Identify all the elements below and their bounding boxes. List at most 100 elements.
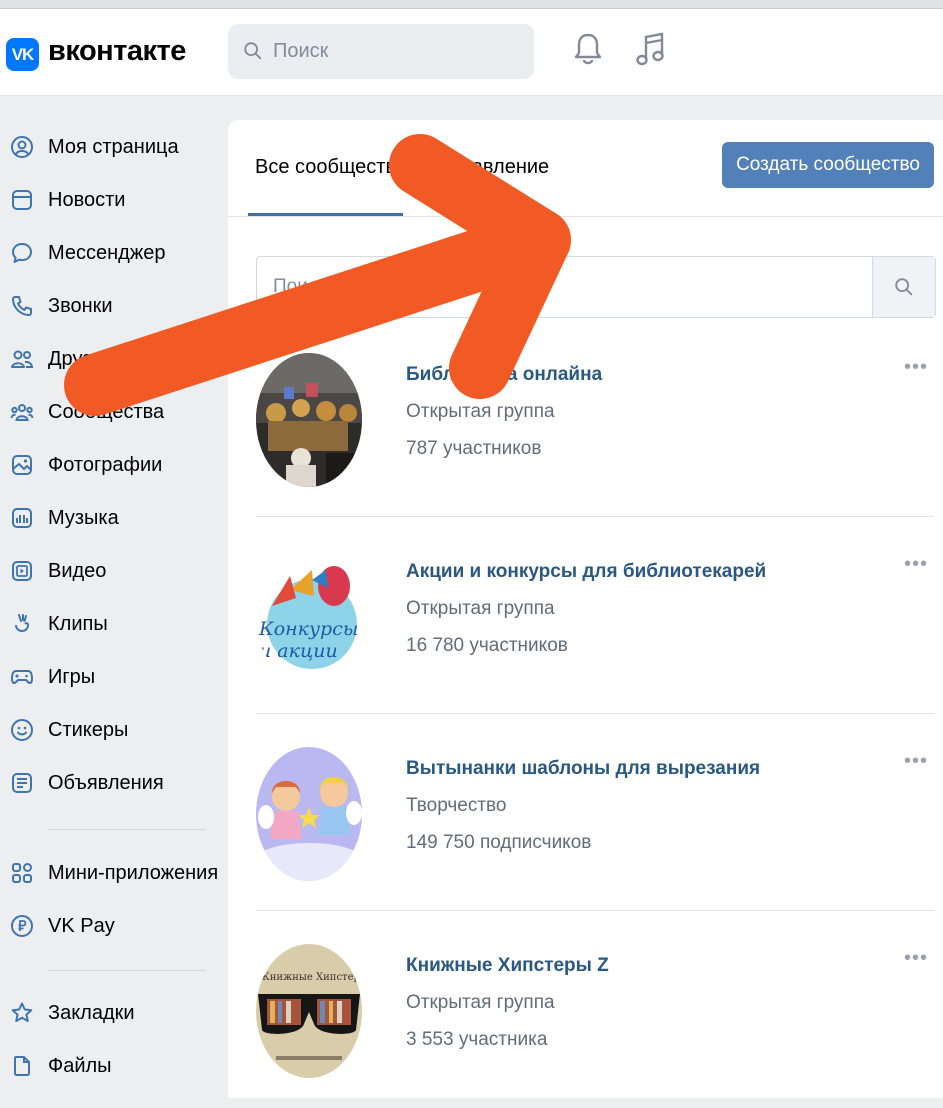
vk-logo-icon[interactable]: VK <box>6 38 39 71</box>
community-members-count: 16 780 участников <box>406 635 568 656</box>
community-avatar[interactable]: Конкурсы и акции <box>256 550 362 684</box>
list-item[interactable]: Библиотека онлайна Открытая группа 787 у… <box>256 320 934 517</box>
sidebar-item-label: Звонки <box>48 295 113 317</box>
sidebar-item-label: Новости <box>48 189 126 211</box>
list-item[interactable]: Конкурсы и акции Акции и конкурсы для би… <box>256 517 934 714</box>
community-search-input[interactable]: Поиск сообществ <box>256 256 936 318</box>
active-tab-indicator <box>248 213 403 216</box>
list-item[interactable]: Книжные Хипстеры Книжные Хипстеры Z Откр… <box>256 911 934 1108</box>
header-search-placeholder: Поиск <box>273 40 329 62</box>
community-members-count: 787 участников <box>406 438 542 459</box>
stickers-icon <box>11 719 33 741</box>
community-avatar[interactable] <box>256 747 362 881</box>
sidebar-item-friends[interactable]: Друзья <box>0 334 226 384</box>
sidebar-divider <box>48 970 206 971</box>
sidebar-item-vkpay[interactable]: VK Pay <box>0 901 226 951</box>
sidebar-item-label: Мини-приложения <box>48 862 219 884</box>
community-type: Открытая группа <box>406 401 555 422</box>
sidebar-item-label: Фотографии <box>48 454 163 476</box>
sidebar-item-label: Мессенджер <box>48 242 166 264</box>
search-icon <box>244 42 262 60</box>
sidebar-item-label: Друзья <box>48 348 113 370</box>
community-search-button[interactable] <box>872 257 935 317</box>
tab-all-communities[interactable]: Все сообщества <box>255 156 407 179</box>
community-type: Творчество <box>406 795 507 816</box>
music-icon[interactable] <box>634 29 668 69</box>
community-search-placeholder: Поиск сообществ <box>273 276 427 297</box>
contests-logo-image: Конкурсы и акции <box>256 550 362 684</box>
top-header: VK вконтакте Поиск <box>0 9 943 96</box>
list-item[interactable]: Вытынанки шаблоны для вырезания Творчест… <box>256 714 934 911</box>
sidebar-item-calls[interactable]: Звонки <box>0 281 226 331</box>
tab-management[interactable]: Управление <box>438 156 549 179</box>
header-search-input[interactable]: Поиск <box>228 24 534 79</box>
tabs-bar: Все сообщества Управление Создать сообще… <box>228 120 943 217</box>
hipsters-logo-image: Книжные Хипстеры <box>256 944 362 1078</box>
ads-icon <box>12 773 32 793</box>
community-type: Открытая группа <box>406 598 555 619</box>
files-icon <box>14 1056 30 1076</box>
hipsters-logo-text: Книжные Хипстеры <box>262 972 362 983</box>
bell-icon[interactable] <box>571 29 605 69</box>
more-options-icon[interactable]: ••• <box>904 356 928 379</box>
community-name[interactable]: Библиотека онлайна <box>406 364 602 386</box>
photos-icon <box>12 455 32 475</box>
sidebar-item-label: Сообщества <box>48 401 165 423</box>
sidebar-item-my-page[interactable]: Моя страница <box>0 122 226 172</box>
community-avatar[interactable]: Книжные Хипстеры <box>256 944 362 1078</box>
sidebar-item-label: Объявления <box>48 772 164 794</box>
bookmarks-icon <box>11 1002 33 1022</box>
sidebar-item-ads[interactable]: Объявления <box>0 758 226 808</box>
sidebar-item-music[interactable]: Музыка <box>0 493 226 543</box>
community-members-count: 3 553 участника <box>406 1029 548 1050</box>
sidebar-item-games[interactable]: Игры <box>0 652 226 702</box>
community-name[interactable]: Вытынанки шаблоны для вырезания <box>406 758 760 780</box>
sidebar-item-files[interactable]: Файлы <box>0 1041 226 1091</box>
news-icon <box>12 190 32 210</box>
sidebar-item-label: Стикеры <box>48 719 129 741</box>
phone-icon <box>12 296 32 316</box>
search-icon <box>895 278 913 296</box>
video-icon <box>12 561 32 581</box>
create-community-button[interactable]: Создать сообщество <box>722 142 934 188</box>
sidebar-item-label: Игры <box>48 666 96 688</box>
sidebar-item-label: VK Pay <box>48 915 115 937</box>
sidebar-item-bookmarks[interactable]: Закладки <box>0 988 226 1038</box>
sidebar-divider <box>48 829 206 830</box>
logo-text[interactable]: вконтакте <box>48 35 186 68</box>
sidebar-item-label: Клипы <box>48 613 108 635</box>
sidebar-item-messenger[interactable]: Мессенджер <box>0 228 226 278</box>
community-avatar[interactable] <box>256 353 362 487</box>
contests-logo-text: и акции <box>259 640 338 662</box>
sidebar-item-label: Моя страница <box>48 136 179 158</box>
communities-icon <box>10 404 34 421</box>
sidebar-item-photos[interactable]: Фотографии <box>0 440 226 490</box>
sidebar-item-news[interactable]: Новости <box>0 175 226 225</box>
sidebar-item-video[interactable]: Видео <box>0 546 226 596</box>
sidebar-item-mini-apps[interactable]: Мини-приложения <box>0 848 226 898</box>
library-photo-image <box>256 353 362 487</box>
more-options-icon[interactable]: ••• <box>904 947 928 970</box>
vkpay-icon <box>11 915 33 937</box>
community-name[interactable]: Книжные Хипстеры Z <box>406 955 609 977</box>
profile-icon <box>11 136 33 158</box>
contests-logo-text: Конкурсы <box>258 618 358 640</box>
music-icon <box>12 508 32 528</box>
more-options-icon[interactable]: ••• <box>904 750 928 773</box>
community-type: Открытая группа <box>406 992 555 1013</box>
more-options-icon[interactable]: ••• <box>904 553 928 576</box>
messenger-icon <box>12 243 32 263</box>
community-name[interactable]: Акции и конкурсы для библиотекарей <box>406 561 766 583</box>
sidebar-item-communities[interactable]: Сообщества <box>0 387 226 437</box>
sidebar-item-label: Закладки <box>48 1002 135 1024</box>
browser-top-strip <box>0 0 943 9</box>
sidebar-item-clips[interactable]: Клипы <box>0 599 226 649</box>
communities-panel: Все сообщества Управление Создать сообще… <box>228 120 943 1098</box>
sidebar-item-label: Музыка <box>48 507 119 529</box>
clips-icon <box>15 614 30 632</box>
sidebar-item-stickers[interactable]: Стикеры <box>0 705 226 755</box>
community-members-count: 149 750 подписчиков <box>406 832 592 853</box>
games-icon <box>11 670 33 684</box>
sidebar-item-label: Файлы <box>48 1055 112 1077</box>
sidebar-item-label: Видео <box>48 560 107 582</box>
